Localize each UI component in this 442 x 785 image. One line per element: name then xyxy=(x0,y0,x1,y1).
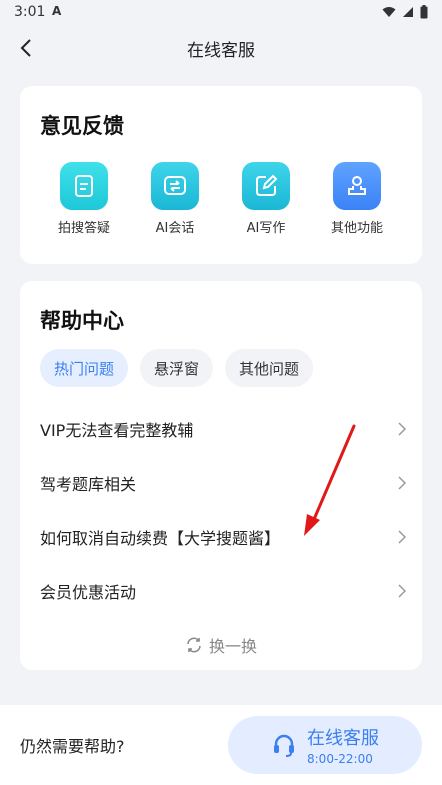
chevron-right-icon xyxy=(394,421,410,437)
chevron-right-icon xyxy=(394,475,410,491)
faq-item[interactable]: 驾考题库相关 xyxy=(40,463,410,503)
feedback-item-label: 其他功能 xyxy=(330,221,383,236)
system-icons xyxy=(382,5,428,19)
signal-icon xyxy=(403,7,413,17)
faq-question: VIP无法查看完整教辅 xyxy=(40,421,194,440)
refresh-button[interactable]: 换一换 xyxy=(20,633,422,657)
feedback-item-label: AI写作 xyxy=(246,221,286,236)
feedback-item-ai-writing[interactable]: AI写作 xyxy=(226,162,306,236)
person-stamp-icon xyxy=(333,162,381,210)
faq-item[interactable]: 会员优惠活动 xyxy=(40,571,410,611)
help-center-title: 帮助中心 xyxy=(40,309,124,333)
status-time: 3:01 xyxy=(14,4,46,20)
online-service-button[interactable]: 在线客服 8:00-22:00 xyxy=(228,716,422,774)
refresh-label: 换一换 xyxy=(208,637,257,656)
headset-icon xyxy=(274,734,294,757)
faq-item[interactable]: 如何取消自动续费【大学搜题酱】 xyxy=(40,517,410,557)
feedback-card: 意见反馈 拍搜答疑 AI会话 AI写作 其他功能 xyxy=(20,86,422,264)
feedback-item-ai-chat[interactable]: AI会话 xyxy=(135,162,215,236)
faq-question: 驾考题库相关 xyxy=(40,475,137,494)
refresh-icon xyxy=(187,637,201,653)
bottom-bar: 仍然需要帮助? 在线客服 8:00-22:00 xyxy=(0,705,442,785)
faq-question: 会员优惠活动 xyxy=(40,583,137,602)
document-icon xyxy=(60,162,108,210)
wifi-icon xyxy=(382,7,396,17)
edit-pencil-icon xyxy=(242,162,290,210)
feedback-item-photo-search[interactable]: 拍搜答疑 xyxy=(44,162,124,236)
tab-floating-window[interactable]: 悬浮窗 xyxy=(140,349,214,387)
faq-item[interactable]: VIP无法查看完整教辅 xyxy=(40,409,410,449)
faq-question: 如何取消自动续费【大学搜题酱】 xyxy=(40,529,281,548)
feedback-title: 意见反馈 xyxy=(40,114,124,138)
still-need-help-text: 仍然需要帮助? xyxy=(20,737,125,756)
chevron-right-icon xyxy=(394,529,410,545)
status-bar: 3:01 A xyxy=(0,0,442,26)
chat-swap-icon xyxy=(151,162,199,210)
feedback-item-other[interactable]: 其他功能 xyxy=(317,162,397,236)
help-tabs: 热门问题 悬浮窗 其他问题 xyxy=(40,349,314,387)
chevron-right-icon xyxy=(394,583,410,599)
tab-hot-questions[interactable]: 热门问题 xyxy=(40,349,129,387)
notification-icon: A xyxy=(52,4,62,18)
page-title: 在线客服 xyxy=(187,41,255,61)
feedback-item-label: 拍搜答疑 xyxy=(57,221,110,236)
tab-other-questions[interactable]: 其他问题 xyxy=(225,349,314,387)
service-hours: 8:00-22:00 xyxy=(307,752,373,766)
battery-icon xyxy=(420,5,428,19)
feedback-item-label: AI会话 xyxy=(155,221,195,236)
online-service-label: 在线客服 xyxy=(307,728,379,749)
nav-bar: 在线客服 xyxy=(0,26,442,70)
help-center-card: 帮助中心 热门问题 悬浮窗 其他问题 VIP无法查看完整教辅 驾考题库相关 如何… xyxy=(20,281,422,670)
